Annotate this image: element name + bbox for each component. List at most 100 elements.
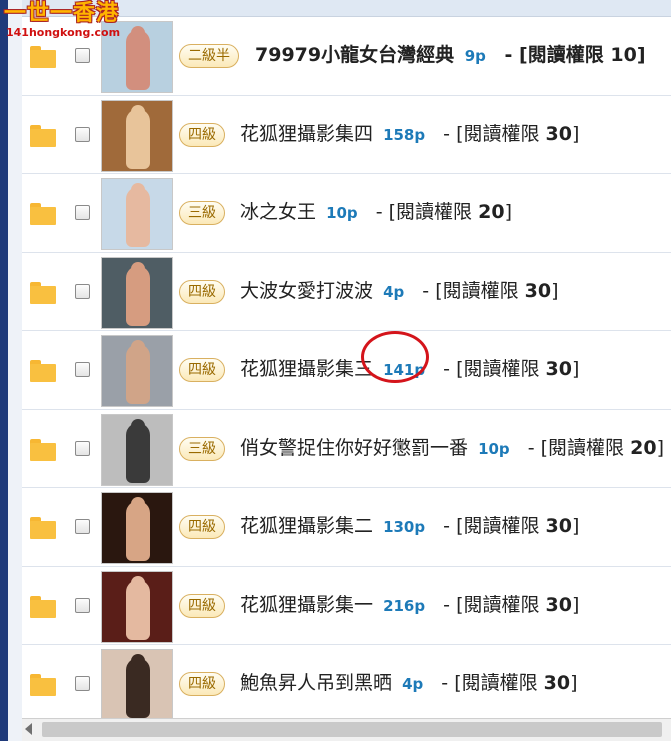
row-checkbox[interactable]: [75, 126, 90, 142]
thumbnail[interactable]: [101, 413, 173, 486]
thumbnail[interactable]: [101, 570, 173, 643]
permission-label: 閱讀權限: [527, 44, 604, 66]
thumbnail-head: [131, 418, 145, 433]
album-title[interactable]: 花狐狸攝影集三: [240, 358, 373, 380]
album-title-line[interactable]: 俏女警捉住你好好懲罰一番 10p - [閱讀權限 20]: [240, 434, 664, 463]
page-count: 4p: [402, 675, 424, 693]
thumbnail-head: [131, 575, 145, 590]
read-permission: - [閱讀權限 30]: [441, 672, 578, 694]
logo-text-cn: 一世一香港: [4, 1, 120, 26]
page-count: 141p: [383, 361, 426, 379]
read-permission: - [閱讀權限 30]: [443, 358, 580, 380]
thumbnail[interactable]: [101, 99, 173, 172]
row-checkbox[interactable]: [75, 362, 90, 377]
album-title[interactable]: 花狐狸攝影集四: [240, 123, 373, 145]
page-count: 9p: [464, 47, 486, 65]
list-item[interactable]: 四級 大波女愛打波波 4p - [閱讀權限 30]: [22, 252, 671, 331]
level-badge: 四級: [179, 593, 225, 618]
list-item[interactable]: 三級 俏女警捉住你好好懲罰一番 10p - [閱讀權限 20]: [22, 409, 671, 488]
row-checkbox[interactable]: [75, 283, 90, 299]
permission-label: 閱讀權限: [463, 122, 540, 145]
permission-label: 閱讀權限: [463, 358, 540, 380]
level-badge: 四級: [179, 515, 225, 539]
level-badge: 三級: [179, 436, 225, 461]
page-count: 4p: [383, 282, 405, 301]
row-checkbox[interactable]: [75, 205, 90, 220]
horizontal-scrollbar[interactable]: [22, 718, 671, 741]
page-count: 10p: [478, 439, 510, 458]
folder-icon: [30, 438, 56, 461]
permission-value: 30: [545, 593, 572, 616]
thumbnail-head: [131, 183, 145, 197]
album-title-line[interactable]: 花狐狸攝影集四 158p - [閱讀權限 30]: [240, 120, 579, 149]
folder-icon: [30, 281, 56, 304]
read-permission: - [閱讀權限 30]: [422, 279, 559, 302]
page-count: 216p: [383, 596, 426, 615]
list-item[interactable]: 四級 花狐狸攝影集一 216p - [閱讀權限 30]: [22, 566, 671, 645]
scroll-left-arrow-icon[interactable]: [25, 723, 32, 735]
permission-label: 閱讀權限: [461, 672, 538, 694]
album-title-line[interactable]: 79979小龍女台灣經典 9p - [閱讀權限 10]: [255, 41, 646, 70]
read-permission: - [閱讀權限 20]: [527, 436, 664, 459]
permission-label: 閱讀權限: [548, 436, 625, 459]
read-permission: - [閱讀權限 30]: [443, 593, 580, 616]
folder-icon: [30, 595, 56, 618]
folder-icon: [30, 674, 56, 696]
row-checkbox[interactable]: [75, 440, 90, 456]
list-item[interactable]: 四級 花狐狸攝影集四 158p - [閱讀權限 30]: [22, 95, 671, 174]
site-logo[interactable]: 一世一香港 141hongkong.com: [4, 1, 121, 39]
permission-label: 閱讀權限: [442, 279, 519, 302]
folder-icon: [30, 46, 56, 68]
album-title[interactable]: 79979小龍女台灣經典: [255, 44, 454, 66]
level-badge: 四級: [179, 122, 225, 147]
thumbnail[interactable]: [101, 178, 173, 250]
thumbnail-head: [131, 104, 145, 119]
album-title[interactable]: 冰之女王: [240, 201, 316, 223]
thumbnail[interactable]: [101, 256, 173, 329]
thumbnail-head: [131, 497, 145, 511]
permission-value: 30: [543, 672, 571, 694]
album-title-line[interactable]: 冰之女王 10p - [閱讀權限 20]: [240, 198, 512, 227]
list-item[interactable]: 四級 花狐狸攝影集二 130p - [閱讀權限 30]: [22, 488, 671, 567]
album-title[interactable]: 鮑魚昇人吊到黑晒: [240, 672, 392, 694]
album-title[interactable]: 大波女愛打波波: [240, 280, 373, 302]
left-rail: [0, 0, 8, 741]
thumbnail[interactable]: [101, 335, 173, 407]
permission-value: 10: [610, 44, 637, 66]
thumbnail[interactable]: [101, 492, 173, 564]
permission-value: 30: [545, 358, 572, 380]
page-count: 130p: [383, 518, 426, 536]
level-badge: 四級: [179, 358, 225, 382]
logo-text-en: 141hongkong.com: [6, 26, 121, 39]
list-item[interactable]: 三級 冰之女王 10p - [閱讀權限 20]: [22, 174, 671, 253]
row-checkbox[interactable]: [75, 676, 90, 691]
thumbnail[interactable]: [101, 649, 173, 721]
list-item[interactable]: 四級 鮑魚昇人吊到黑晒 4p - [閱讀權限 30]: [22, 645, 671, 724]
read-permission: - [閱讀權限 20]: [375, 201, 512, 223]
page-count: 10p: [326, 204, 358, 222]
album-title-line[interactable]: 花狐狸攝影集二 130p - [閱讀權限 30]: [240, 512, 579, 541]
list-item[interactable]: 四級 花狐狸攝影集三 141p - [閱讀權限 30]: [22, 331, 671, 410]
level-badge: 四級: [179, 279, 225, 304]
level-badge: 四級: [179, 672, 225, 696]
left-gutter: [8, 0, 23, 741]
permission-value: 30: [545, 122, 572, 145]
album-title-line[interactable]: 鮑魚昇人吊到黑晒 4p - [閱讀權限 30]: [240, 669, 578, 698]
permission-label: 閱讀權限: [463, 593, 540, 616]
thumbnail-head: [131, 654, 145, 668]
album-title-line[interactable]: 大波女愛打波波 4p - [閱讀權限 30]: [240, 277, 559, 306]
album-title[interactable]: 花狐狸攝影集二: [240, 515, 373, 537]
permission-label: 閱讀權限: [396, 201, 473, 223]
album-title-line[interactable]: 花狐狸攝影集一 216p - [閱讀權限 30]: [240, 591, 579, 620]
folder-icon: [30, 517, 56, 539]
scroll-thumb[interactable]: [42, 722, 662, 737]
row-checkbox[interactable]: [75, 48, 90, 63]
album-title[interactable]: 俏女警捉住你好好懲罰一番: [240, 437, 468, 459]
permission-value: 30: [545, 515, 572, 537]
row-checkbox[interactable]: [75, 519, 90, 534]
thumbnail-head: [131, 261, 145, 276]
album-title[interactable]: 花狐狸攝影集一: [240, 594, 373, 616]
row-checkbox[interactable]: [75, 597, 90, 613]
album-title-line[interactable]: 花狐狸攝影集三 141p - [閱讀權限 30]: [240, 355, 579, 384]
permission-value: 30: [524, 279, 552, 302]
